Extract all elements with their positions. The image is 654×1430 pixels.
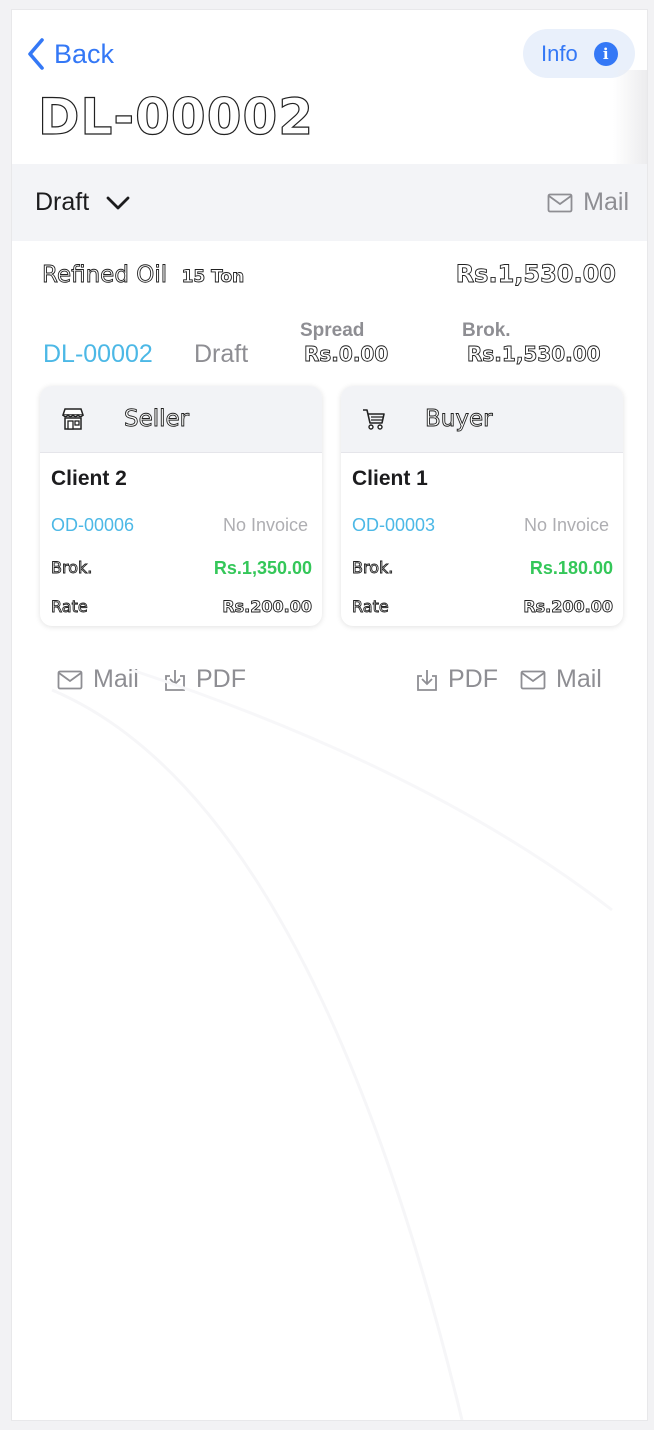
seller-role-label: Seller [124,406,190,433]
seller-card-body: Client 2 OD-00006 No Invoice Brok. Rs.1,… [40,453,322,616]
mail-deal-button[interactable]: Mail [547,188,629,217]
deal-id-link[interactable]: DL-00002 [43,340,153,369]
buyer-mail-button[interactable]: Mail [520,665,602,694]
seller-order-row: OD-00006 No Invoice [51,515,312,536]
chevron-left-icon [28,38,44,70]
deal-summary-row: DL-00002 Draft Spread Rs.0.00 Brok. Rs.1… [42,320,616,376]
back-button[interactable]: Back [26,36,114,72]
buyer-card-header: Buyer [341,386,623,453]
status-value: Draft [35,188,90,216]
seller-invoice-status: No Invoice [222,515,308,535]
buyer-card-body: Client 1 OD-00003 No Invoice Brok. Rs.18… [341,453,623,616]
status-dropdown[interactable]: Draft [35,188,131,217]
seller-rate-value: Rs.200.00 [222,597,313,617]
download-icon [165,669,185,691]
download-icon [417,669,437,691]
envelope-icon [547,193,573,212]
info-circle-icon: i [593,41,618,66]
store-icon [61,408,85,430]
chevron-down-icon [106,196,130,209]
nav-edge-shadow [613,70,647,164]
seller-card[interactable]: Seller Client 2 OD-00006 No Invoice Brok… [40,386,322,626]
buyer-rate-label: Rate [352,597,390,617]
seller-client-name: Client 2 [51,467,127,490]
background-decoration [51,668,613,1420]
seller-rate-label: Rate [51,597,89,617]
product-info: Refined Oil 15 Ton [42,262,245,289]
cart-icon [363,409,385,430]
deal-detail-screen: Back Info i DL-00002 Draft Mail Refined … [12,10,647,1420]
buyer-client-name: Client 1 [352,467,428,490]
brokerage-value: Rs.1,530.00 [467,342,601,367]
deal-status: Draft [194,340,249,368]
info-label: Info [541,40,578,66]
envelope-icon [520,670,546,689]
buyer-mail-label: Mail [556,665,602,693]
buyer-brokerage-label: Brok. [352,558,394,578]
product-summary: Refined Oil 15 Ton Rs.1,530.00 [42,260,617,289]
spread-label: Spread [300,320,365,341]
page-title: DL-00002 [37,87,315,146]
deal-total: Rs.1,530.00 [455,260,616,289]
spread-value: Rs.0.00 [304,342,389,367]
product-name: Refined Oil [42,262,168,289]
buyer-brokerage-value: Rs.180.00 [529,558,613,578]
navigation-bar: Back Info i DL-00002 [12,10,647,164]
buyer-brokerage-row: Brok. Rs.180.00 [352,558,613,579]
buyer-rate-row: Rate Rs.200.00 [352,597,614,617]
brokerage-label: Brok. [462,320,511,341]
buyer-pdf-label: PDF [448,665,498,693]
product-quantity: 15 Ton [181,267,245,288]
seller-rate-row: Rate Rs.200.00 [51,597,313,617]
buyer-card[interactable]: Buyer Client 1 OD-00003 No Invoice Brok.… [341,386,623,626]
seller-pdf-label: PDF [196,665,246,693]
seller-brokerage-label: Brok. [51,558,93,578]
seller-mail-button[interactable]: Mail [57,665,139,694]
seller-brokerage-row: Brok. Rs.1,350.00 [51,558,312,579]
status-bar: Draft Mail [12,164,647,241]
buyer-pdf-button[interactable]: PDF [416,665,498,694]
seller-card-header: Seller [40,386,322,453]
back-label: Back [54,38,115,69]
seller-brokerage-value: Rs.1,350.00 [213,558,312,578]
buyer-order-row: OD-00003 No Invoice [352,515,613,536]
seller-mail-label: Mail [93,665,139,693]
buyer-rate-value: Rs.200.00 [523,597,614,617]
buyer-order-id[interactable]: OD-00003 [352,515,435,536]
mail-label: Mail [583,188,629,216]
buyer-invoice-status: No Invoice [523,515,609,535]
envelope-icon [57,670,83,689]
buyer-role-label: Buyer [425,406,493,433]
seller-pdf-button[interactable]: PDF [164,665,246,694]
seller-order-id[interactable]: OD-00006 [51,515,134,536]
